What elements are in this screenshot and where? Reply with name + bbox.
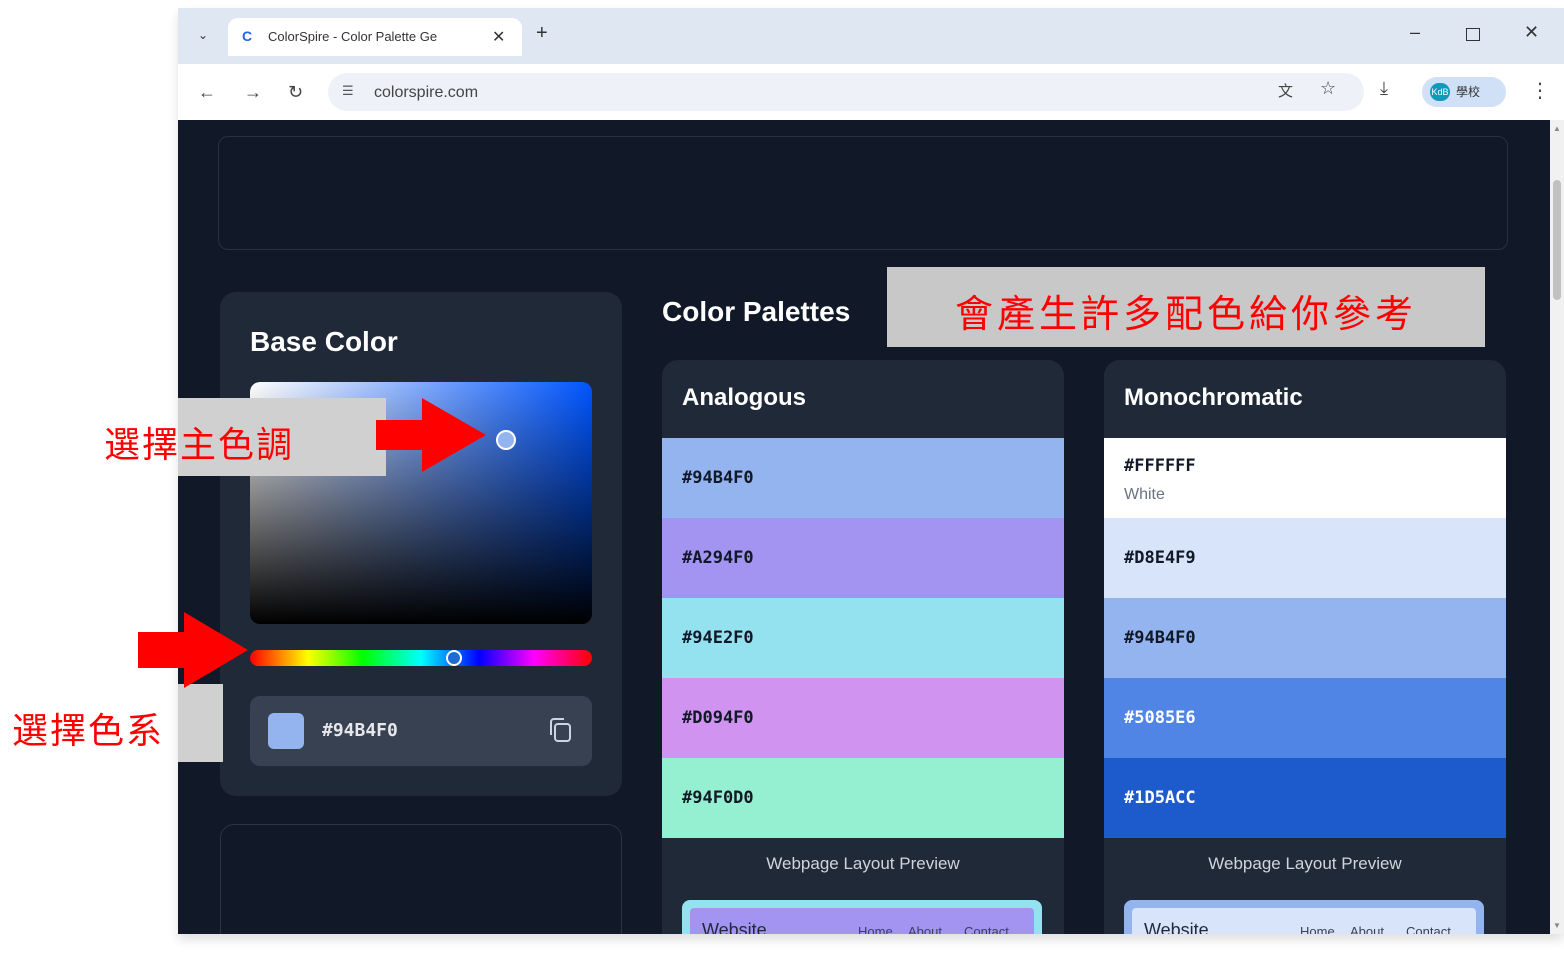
minimize-icon[interactable]: – [1410, 22, 1420, 43]
palette-swatch[interactable]: #94B4F0 [1104, 598, 1506, 678]
palette-swatch[interactable]: #A294F0 [662, 518, 1064, 598]
palette-swatch[interactable]: #D094F0 [662, 678, 1064, 758]
swatch-hex: #94B4F0 [1124, 628, 1196, 648]
swatch-hex: #94B4F0 [682, 468, 754, 488]
browser-tab[interactable]: C ColorSpire - Color Palette Ge ✕ [228, 18, 522, 56]
preview-nav: Website Home About Contact [690, 908, 1034, 934]
page-scrollbar[interactable]: ▲ ▼ [1550, 120, 1564, 934]
main-hue-annotation: 選擇主色調 [104, 425, 295, 466]
base-color-panel: Base Color #94B4F0 [220, 292, 622, 796]
selected-color-swatch [268, 713, 304, 749]
swatch-hex: #1D5ACC [1124, 788, 1196, 808]
hue-handle[interactable] [446, 650, 462, 666]
new-tab-icon[interactable]: + [536, 22, 548, 44]
preview-link-home[interactable]: Home [1300, 924, 1335, 934]
palette-swatch[interactable]: #D8E4F9 [1104, 518, 1506, 598]
colorspire-favicon-icon: C [242, 28, 253, 44]
back-arrow-icon[interactable]: ← [198, 82, 216, 102]
palette-swatch[interactable]: #1D5ACC [1104, 758, 1506, 838]
maximize-icon[interactable] [1466, 28, 1480, 41]
swatch-hex: #D094F0 [682, 708, 754, 728]
avatar: KdB [1430, 83, 1450, 101]
preview-nav: Website Home About Contact [1132, 908, 1476, 934]
palettes-annotation: 會產生許多配色給你參考 [887, 267, 1485, 347]
palette-swatch[interactable]: #94E2F0 [662, 598, 1064, 678]
tab-title: ColorSpire - Color Palette Ge [268, 29, 438, 44]
analogous-palette-card: Analogous #94B4F0 #A294F0 #94E2F0 #D094F… [662, 360, 1064, 934]
preview-link-contact[interactable]: Contact [964, 924, 1009, 934]
scroll-thumb[interactable] [1553, 180, 1561, 300]
translate-icon[interactable]: 文 [1278, 80, 1293, 101]
palette-swatch[interactable]: #94F0D0 [662, 758, 1064, 838]
preview-link-about[interactable]: About [1350, 924, 1384, 934]
layout-preview: Website Home About Contact [682, 900, 1042, 934]
palette-swatch[interactable]: #94B4F0 [662, 438, 1064, 518]
analogous-title: Analogous [682, 384, 806, 411]
hex-input-row: #94B4F0 [250, 696, 592, 766]
browser-toolbar: ← → ↻ ☰ colorspire.com 文 ☆ ⤓ KdB 學校 ⋮ [178, 64, 1564, 120]
scroll-up-icon[interactable]: ▲ [1553, 124, 1561, 133]
preview-link-home[interactable]: Home [858, 924, 893, 934]
preview-link-contact[interactable]: Contact [1406, 924, 1451, 934]
more-menu-icon[interactable]: ⋮ [1530, 78, 1550, 103]
swatch-hex: #D8E4F9 [1124, 548, 1196, 568]
preview-link-about[interactable]: About [908, 924, 942, 934]
layout-preview-title: Webpage Layout Preview [766, 854, 960, 873]
swatch-hex: #A294F0 [682, 548, 754, 568]
url-text[interactable]: colorspire.com [374, 84, 478, 102]
palette-swatch[interactable]: #5085E6 [1104, 678, 1506, 758]
layout-preview: Website Home About Contact [1124, 900, 1484, 934]
tab-bar: ⌄ C ColorSpire - Color Palette Ge ✕ + – … [178, 8, 1564, 64]
secondary-panel [220, 824, 622, 934]
color-family-label-box [178, 684, 223, 762]
window-close-icon[interactable]: ✕ [1524, 22, 1539, 43]
bookmark-star-icon[interactable]: ☆ [1320, 78, 1336, 99]
color-family-annotation: 選擇色系 [12, 711, 165, 752]
color-palettes-title: Color Palettes [662, 296, 851, 327]
copy-icon[interactable] [546, 715, 576, 747]
site-info-icon[interactable]: ☰ [342, 83, 354, 99]
tab-close-icon[interactable]: ✕ [492, 27, 505, 47]
layout-preview-title: Webpage Layout Preview [1208, 854, 1402, 873]
red-arrow-icon [138, 612, 248, 688]
saturation-handle[interactable] [496, 430, 516, 450]
swatch-color-name: White [1124, 486, 1165, 503]
address-bar[interactable]: ☰ colorspire.com [328, 73, 1364, 111]
preview-brand: Website [1144, 920, 1209, 934]
monochromatic-palette-card: Monochromatic #FFFFFF White #D8E4F9 #94B… [1104, 360, 1506, 934]
swatch-hex: #5085E6 [1124, 708, 1196, 728]
red-arrow-icon [376, 398, 486, 472]
forward-arrow-icon[interactable]: → [244, 82, 262, 102]
preview-brand: Website [702, 920, 767, 934]
palette-swatch[interactable]: #FFFFFF White [1104, 438, 1506, 518]
swatch-hex: #94E2F0 [682, 628, 754, 648]
hue-slider[interactable] [250, 650, 592, 666]
page-content: Base Color #94B4F0 Color Palettes Analog… [178, 120, 1550, 934]
tab-search-chevron-icon[interactable]: ⌄ [192, 24, 214, 46]
profile-button[interactable]: KdB 學校 [1422, 77, 1506, 107]
profile-name: 學校 [1456, 85, 1481, 99]
base-color-title: Base Color [250, 326, 398, 357]
hex-value[interactable]: #94B4F0 [322, 720, 398, 741]
palettes-annotation-text: 會產生許多配色給你參考 [954, 292, 1417, 336]
download-icon[interactable]: ⤓ [1380, 78, 1388, 99]
banner-placeholder [218, 136, 1508, 250]
swatch-hex: #FFFFFF [1124, 456, 1196, 476]
screenshot-stage: ⌄ C ColorSpire - Color Palette Ge ✕ + – … [0, 0, 1564, 967]
reload-icon[interactable]: ↻ [288, 82, 303, 102]
swatch-hex: #94F0D0 [682, 788, 754, 808]
monochromatic-title: Monochromatic [1124, 384, 1303, 411]
scroll-down-icon[interactable]: ▼ [1553, 921, 1561, 930]
